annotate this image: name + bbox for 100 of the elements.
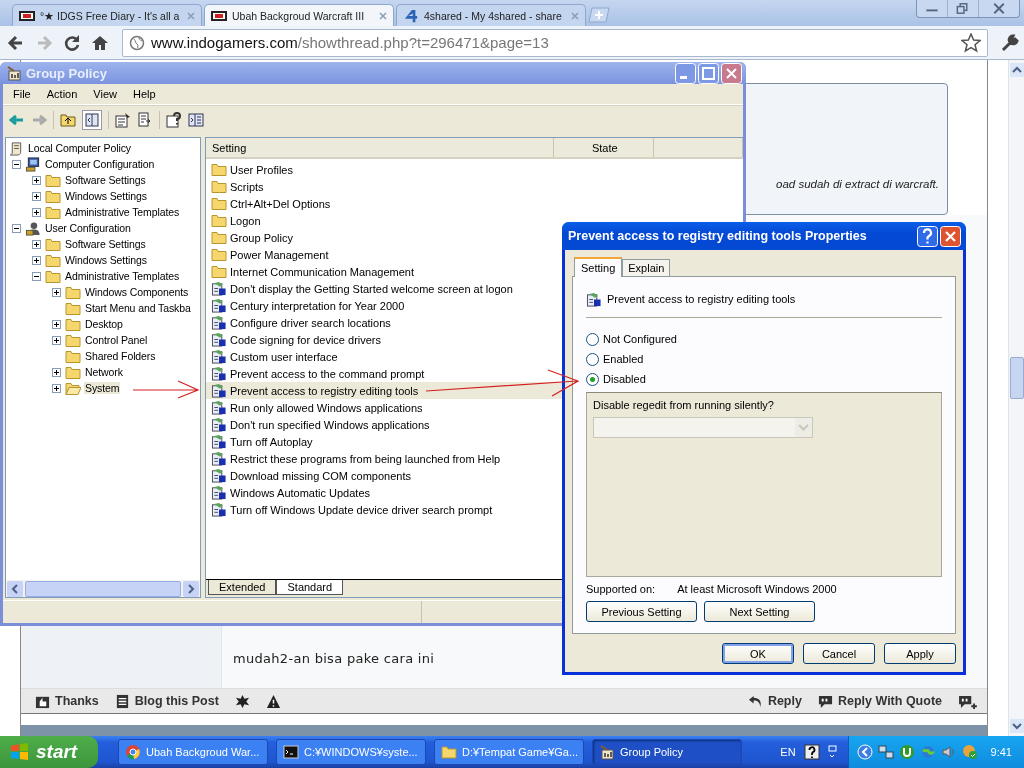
- menu-item[interactable]: Action: [39, 88, 85, 100]
- dialog-tab[interactable]: Setting: [574, 257, 623, 277]
- close-icon[interactable]: [379, 11, 387, 20]
- torrent-icon[interactable]: [898, 744, 915, 760]
- network-icon[interactable]: [877, 744, 894, 760]
- view-tab[interactable]: Extended: [208, 580, 277, 595]
- taskbar-button[interactable]: Group Policy: [592, 739, 742, 765]
- tree-item[interactable]: Windows Components: [84, 286, 190, 298]
- warning-icon: [265, 693, 281, 709]
- tree-item[interactable]: Control Panel: [84, 334, 149, 346]
- scroll-up-button[interactable]: [1009, 63, 1024, 77]
- tree-item[interactable]: Software Settings: [64, 238, 147, 250]
- setting-name: Prevent access to registry editing tools: [230, 384, 419, 397]
- list-row[interactable]: Ctrl+Alt+Del Options: [206, 195, 743, 212]
- tree-item[interactable]: Software Settings: [64, 174, 147, 186]
- tree-item[interactable]: Network: [84, 366, 124, 378]
- expand-button[interactable]: [52, 287, 61, 297]
- help-button[interactable]: [917, 225, 938, 247]
- folder-up-icon[interactable]: [60, 111, 76, 128]
- radio-button[interactable]: [586, 352, 599, 366]
- bookmark-star-icon[interactable]: [961, 32, 981, 53]
- tree-item[interactable]: Shared Folders: [84, 350, 157, 362]
- tree-item[interactable]: System: [84, 382, 121, 394]
- tree-item[interactable]: User Configuration: [44, 222, 132, 234]
- address-field[interactable]: www.indogamers.com/showthread.php?t=296471&page=13: [122, 28, 988, 57]
- tree-item[interactable]: Start Menu and Taskba: [84, 302, 192, 314]
- list-row[interactable]: Logon: [206, 212, 743, 229]
- tree-item[interactable]: Windows Settings: [64, 190, 148, 202]
- setting-name: Group Policy: [230, 231, 293, 244]
- collapse-button[interactable]: [12, 159, 21, 169]
- radio-button[interactable]: [586, 372, 599, 386]
- pane-view-icon[interactable]: [188, 111, 204, 128]
- dialog-tab[interactable]: Explain: [622, 259, 671, 276]
- action-link[interactable]: Reply With Quote: [817, 693, 942, 709]
- collapse-button[interactable]: [32, 271, 41, 281]
- folder-icon: [211, 247, 227, 262]
- expand-button[interactable]: [32, 207, 41, 217]
- tree-item[interactable]: Administrative Templates: [64, 206, 181, 218]
- scroll-down-button[interactable]: [1009, 719, 1024, 733]
- speaker-icon[interactable]: [940, 744, 957, 760]
- dialog-button[interactable]: OK: [722, 643, 794, 664]
- dialog-button[interactable]: Cancel: [803, 643, 875, 664]
- action-link[interactable]: Blog this Post: [114, 693, 219, 709]
- expand-button[interactable]: [32, 191, 41, 201]
- tree-item[interactable]: Computer Configuration: [44, 158, 156, 170]
- scrollbar[interactable]: [1008, 60, 1024, 736]
- tree-item[interactable]: Administrative Templates: [64, 270, 181, 282]
- scroll-thumb[interactable]: [25, 580, 181, 597]
- properties-icon[interactable]: [115, 111, 131, 128]
- list-row[interactable]: User Profiles: [206, 161, 743, 178]
- star-button[interactable]: [234, 693, 250, 709]
- expand-button[interactable]: [32, 239, 41, 249]
- radio-option[interactable]: Enabled: [586, 350, 942, 368]
- setting-name: Turn off Autoplay: [230, 435, 313, 448]
- horizontal-scrollbar[interactable]: [6, 580, 200, 597]
- radio-button[interactable]: [586, 332, 599, 346]
- browser-tab[interactable]: °★ IDGS Free Diary - It's all a: [12, 4, 202, 26]
- menu-item[interactable]: Help: [125, 88, 163, 100]
- list-row[interactable]: Scripts: [206, 178, 743, 195]
- browser-tab[interactable]: 4shared - My 4shared - share: [396, 4, 586, 26]
- multiquote-button[interactable]: [958, 693, 977, 709]
- expand-button[interactable]: [32, 175, 41, 185]
- tree-item[interactable]: Local Computer Policy: [27, 142, 132, 154]
- menu-item[interactable]: View: [86, 88, 124, 100]
- view-tab[interactable]: Standard: [276, 580, 344, 595]
- expand-button[interactable]: [52, 319, 61, 329]
- expand-button[interactable]: [52, 383, 61, 393]
- expand-button[interactable]: [52, 367, 61, 377]
- taskbar-button[interactable]: D:¥Tempat Game¥Ga...: [434, 739, 584, 765]
- help-icon[interactable]: [803, 744, 820, 760]
- menu-item[interactable]: File: [6, 88, 38, 100]
- radio-option[interactable]: Not Configured: [586, 330, 942, 348]
- collapse-button[interactable]: [12, 223, 21, 233]
- maximize-button[interactable]: [698, 62, 719, 84]
- language-indicator[interactable]: EN: [780, 746, 796, 758]
- quote-text: oad sudah di extract di warcraft.: [776, 178, 939, 190]
- wrench-icon[interactable]: [1000, 32, 1020, 53]
- chevron-left-button[interactable]: [856, 744, 873, 760]
- scroll-right-button[interactable]: [183, 580, 199, 597]
- nav-button[interactable]: Next Setting: [704, 601, 815, 622]
- export-list-icon[interactable]: [137, 111, 153, 128]
- tree-item[interactable]: Desktop: [84, 318, 124, 330]
- scroll-thumb[interactable]: [1009, 357, 1024, 399]
- tree-toggle-icon[interactable]: [82, 109, 102, 130]
- help-icon[interactable]: [166, 111, 182, 128]
- taskbar-button[interactable]: Ubah Backgroud War...: [118, 739, 268, 765]
- action-link[interactable]: Thanks: [35, 693, 99, 709]
- scroll-left-button[interactable]: [7, 580, 23, 597]
- warning-button[interactable]: [265, 693, 281, 709]
- tree-item[interactable]: Windows Settings: [64, 254, 148, 266]
- column-header[interactable]: State: [553, 138, 654, 157]
- nav-button[interactable]: Previous Setting: [586, 601, 697, 622]
- dialog-button[interactable]: Apply: [884, 643, 956, 664]
- column-header[interactable]: Setting: [206, 138, 554, 157]
- taskbar-button[interactable]: C:¥WINDOWS¥syste...: [276, 739, 426, 765]
- expand-button[interactable]: [52, 335, 61, 345]
- browser-tab[interactable]: Ubah Backgroud Warcraft III: [204, 4, 394, 26]
- action-link[interactable]: Reply: [747, 693, 802, 709]
- expand-button[interactable]: [32, 255, 41, 265]
- minimize-button[interactable]: [675, 62, 696, 84]
